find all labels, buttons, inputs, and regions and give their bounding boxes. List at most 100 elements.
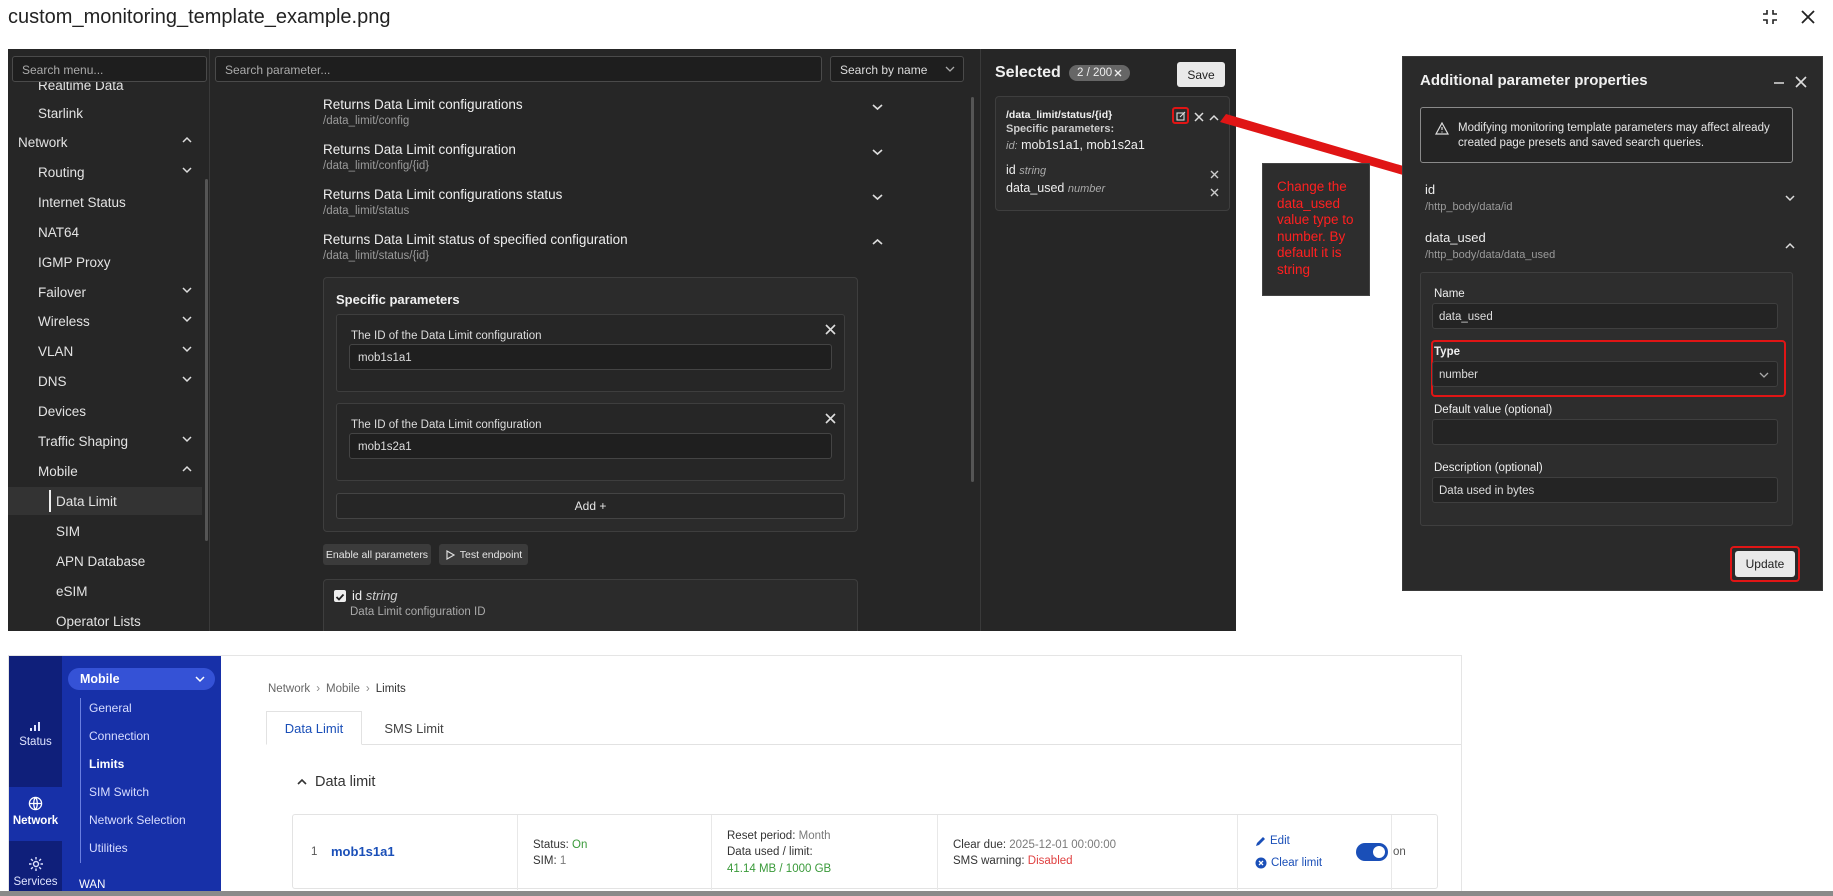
menu-item-sim[interactable]: SIM [8, 517, 202, 545]
add-parameter-button[interactable]: Add + [336, 493, 845, 519]
limit-toggle[interactable] [1356, 843, 1388, 861]
parameters-scrollbar[interactable] [971, 97, 974, 482]
remove-field-id-button[interactable] [1210, 166, 1219, 184]
property-item-data-used[interactable]: data_used /http_body/data/data_used [1425, 230, 1795, 261]
endpoint-item[interactable]: Returns Data Limit configurations status… [323, 187, 883, 217]
chevron-down-icon [182, 167, 192, 174]
menu-item-operator-lists[interactable]: Operator Lists [8, 607, 202, 631]
data-limit-section-header[interactable]: Data limit [297, 774, 375, 790]
tab-sms-limit[interactable]: SMS Limit [369, 711, 459, 745]
rail-item-network[interactable]: Network [9, 787, 62, 841]
close-panel-button[interactable] [1795, 75, 1807, 93]
menu-item-wireless[interactable]: Wireless [8, 307, 202, 335]
endpoint-item[interactable]: Returns Data Limit configurations/data_l… [323, 97, 883, 127]
update-button[interactable]: Update [1735, 551, 1795, 577]
rail-item-services[interactable]: Services [9, 856, 62, 895]
test-endpoint-button[interactable]: Test endpoint [439, 544, 528, 565]
status-value: On [572, 839, 588, 851]
remove-field-data-used-button[interactable] [1210, 184, 1219, 202]
tab-data-limit[interactable]: Data Limit [266, 711, 362, 745]
chevron-down-icon [1759, 372, 1769, 378]
menu-column: Search menu... Realtime Data Starlink Netw… [8, 49, 210, 631]
save-button[interactable]: Save [1177, 62, 1225, 87]
name-input[interactable]: data_used [1432, 303, 1778, 329]
menu-item-apn-database[interactable]: APN Database [8, 547, 202, 575]
submenu-item-utilities[interactable]: Utilities [89, 841, 128, 855]
viewer-filename: custom_monitoring_template_example.png [8, 6, 391, 28]
menu-item-mobile[interactable]: Mobile [8, 457, 202, 485]
type-select[interactable]: number [1432, 361, 1778, 387]
selected-title: Selected [995, 64, 1061, 81]
mobile-section-toggle[interactable]: Mobile [68, 668, 215, 690]
reset-value: Month [798, 830, 831, 842]
breadcrumb-network[interactable]: Network [268, 683, 310, 695]
chevron-up-icon [1209, 114, 1219, 121]
menu-item-network[interactable]: Network [8, 128, 202, 156]
submenu-item-network-selection[interactable]: Network Selection [89, 813, 186, 827]
id-param-checkbox[interactable] [334, 590, 346, 602]
play-icon [446, 549, 455, 560]
description-input[interactable]: Data used in bytes [1432, 477, 1778, 503]
menu-item-vlan[interactable]: VLAN [8, 337, 202, 365]
minimize-panel-button[interactable] [1773, 76, 1785, 94]
rail-label: Services [13, 876, 58, 888]
submenu-item-limits[interactable]: Limits [89, 757, 124, 771]
selected-endpoint-path: /data_limit/status/{id} [1006, 109, 1113, 121]
menu-scrollbar[interactable] [205, 179, 208, 541]
menu-item-devices[interactable]: Devices [8, 397, 202, 425]
menu-item-esim[interactable]: eSIM [8, 577, 202, 605]
properties-title: Additional parameter properties [1420, 72, 1648, 89]
menu-item-label: Network [18, 134, 68, 150]
collapse-card-button[interactable] [1209, 109, 1219, 127]
edit-link[interactable]: Edit [1255, 833, 1290, 849]
menu-item-starlink[interactable]: Starlink [8, 99, 202, 127]
search-mode-select[interactable]: Search by name [830, 56, 964, 82]
selected-count-badge[interactable]: 2 / 200 [1069, 65, 1131, 81]
remove-parameter-button[interactable] [825, 411, 836, 429]
menu-item-igmp-proxy[interactable]: IGMP Proxy [8, 248, 202, 276]
endpoint-item[interactable]: Returns Data Limit status of specified c… [323, 232, 883, 262]
property-name: id [1425, 182, 1436, 197]
property-item-id[interactable]: id /http_body/data/id [1425, 182, 1795, 213]
rail-item-status[interactable]: Status [9, 718, 62, 762]
router-sidebar: Status Network Services Mobile General Co… [9, 656, 221, 895]
parameter-label: The ID of the Data Limit configuration [351, 330, 542, 342]
breadcrumb-mobile[interactable]: Mobile [326, 683, 360, 695]
menu-item-label: NAT64 [38, 224, 80, 240]
default-value-input[interactable] [1432, 419, 1778, 445]
warning-icon [1435, 122, 1449, 135]
selected-field-data-used: data_used number [1006, 181, 1105, 195]
submenu-item-general[interactable]: General [89, 701, 132, 715]
parameter-value-input[interactable]: mob1s2a1 [349, 433, 832, 459]
clear-limit-link[interactable]: Clear limit [1255, 855, 1322, 871]
menu-item-internet-status[interactable]: Internet Status [8, 188, 202, 216]
chevron-down-icon [195, 676, 205, 683]
menu-item-failover[interactable]: Failover [8, 278, 202, 306]
endpoint-item[interactable]: Returns Data Limit configuration/data_li… [323, 142, 883, 172]
menu-item-nat64[interactable]: NAT64 [8, 218, 202, 246]
gear-icon [28, 857, 43, 871]
submenu-item-sim-switch[interactable]: SIM Switch [89, 785, 149, 799]
menu-item-dns[interactable]: DNS [8, 367, 202, 395]
menu-item-routing[interactable]: Routing [8, 158, 202, 186]
close-viewer-button[interactable] [1796, 5, 1820, 29]
bottom-scrollbar[interactable] [0, 891, 1833, 896]
enable-all-parameters-button[interactable]: Enable all parameters [323, 544, 431, 565]
endpoint-path: /data_limit/config [323, 115, 410, 127]
rail-label: Status [19, 736, 52, 748]
remove-endpoint-button[interactable] [1194, 109, 1204, 127]
edit-parameters-button[interactable] [1172, 107, 1189, 124]
menu-item-traffic-shaping[interactable]: Traffic Shaping [8, 427, 202, 455]
menu-item-label: Starlink [38, 105, 84, 121]
row-name-link[interactable]: mob1s1a1 [331, 844, 395, 860]
menu-item-data-limit[interactable]: Data Limit [8, 487, 202, 515]
remove-parameter-button[interactable] [825, 322, 836, 340]
menu-item-label: Data Limit [56, 493, 117, 509]
submenu-item-connection[interactable]: Connection [89, 729, 150, 743]
parameter-value-input[interactable]: mob1s1a1 [349, 344, 832, 370]
menu-item-realtime-data[interactable]: Realtime Data [8, 82, 202, 99]
menu-search-input[interactable]: Search menu... [12, 56, 207, 82]
collapse-button[interactable] [1758, 5, 1782, 29]
close-circle-icon [1255, 857, 1267, 869]
parameter-search-input[interactable]: Search parameter... [215, 56, 822, 82]
